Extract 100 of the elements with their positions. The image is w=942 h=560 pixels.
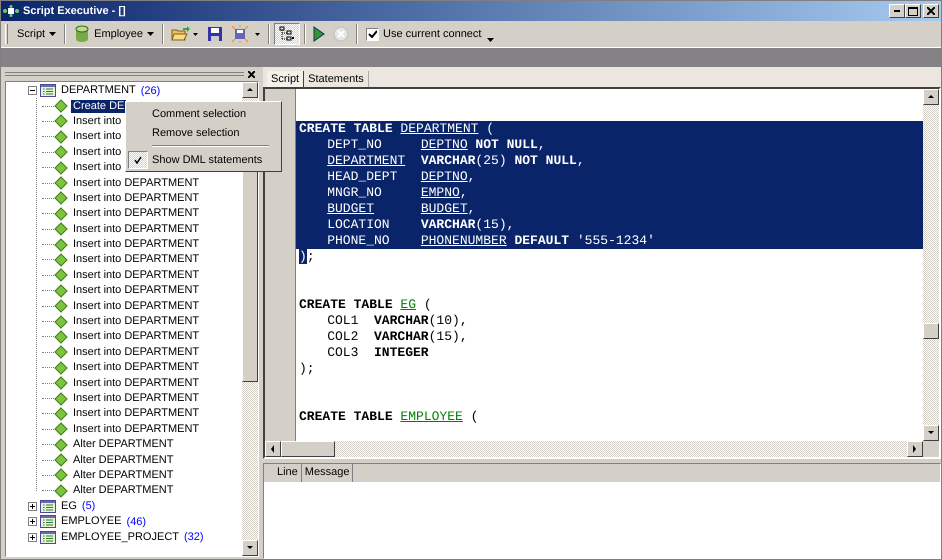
script-menu-button[interactable]: Script <box>13 23 60 45</box>
tree-item[interactable]: Insert into DEPARTMENT <box>71 176 202 190</box>
minimize-icon <box>894 10 900 12</box>
tab[interactable]: Script <box>267 71 304 87</box>
code-line: BUDGET BUDGET, <box>327 201 476 217</box>
tree-item[interactable]: Create DE <box>71 100 126 113</box>
scrollbar[interactable] <box>265 441 923 457</box>
tree-item[interactable]: Insert into DEPARTMENT <box>71 422 202 436</box>
chevron-icon[interactable] <box>487 38 494 42</box>
diamond-icon <box>54 114 68 128</box>
scroll-right-button[interactable] <box>907 441 923 457</box>
tree-item[interactable]: EMPLOYEE <box>59 515 124 528</box>
tree-item[interactable]: Insert into DEPARTMENT <box>71 315 202 328</box>
tree-item[interactable]: EG <box>59 500 79 513</box>
tree-item[interactable]: Insert into <box>71 130 124 144</box>
table-icon <box>40 515 56 528</box>
tree-item[interactable]: Alter DEPARTMENT <box>71 468 176 482</box>
diamond-icon <box>54 222 68 236</box>
diamond-icon <box>54 453 68 468</box>
count-label: (26) <box>140 84 160 97</box>
menu-item[interactable]: Show DML statements <box>128 150 279 169</box>
tree-item[interactable]: Insert into DEPARTMENT <box>71 330 202 344</box>
menu-item[interactable]: Comment selection <box>128 104 279 123</box>
collapse-icon[interactable] <box>28 86 37 96</box>
diamond-icon <box>54 206 68 221</box>
tree-item[interactable]: Insert into DEPARTMENT <box>71 253 202 266</box>
scroll-left-button[interactable] <box>265 441 281 457</box>
code-line: LOCATION VARCHAR(15), <box>327 217 514 233</box>
diamond-icon <box>54 99 68 114</box>
minimize-button[interactable] <box>889 4 905 18</box>
expand-icon[interactable] <box>28 502 37 511</box>
code-line: CREATE TABLE DEPARTMENT ( <box>299 121 494 137</box>
scroll-thumb[interactable] <box>281 441 335 457</box>
tree-item[interactable]: DEPARTMENT <box>59 84 138 98</box>
tree-item[interactable]: Insert into DEPARTMENT <box>71 346 202 359</box>
close-button[interactable] <box>923 4 939 18</box>
diamond-icon <box>54 252 68 267</box>
checkmark-icon <box>134 156 142 164</box>
tree-item[interactable]: EMPLOYEE_PROJECT <box>59 530 181 544</box>
tree-item[interactable]: Insert into DEPARTMENT <box>71 284 202 298</box>
column-header[interactable]: Message <box>302 464 354 482</box>
diamond-icon <box>54 284 68 298</box>
tree-item[interactable]: Insert into DEPARTMENT <box>71 361 202 374</box>
diamond-icon <box>54 330 68 344</box>
tree-item[interactable]: Insert into DEPARTMENT <box>71 268 202 282</box>
tree-item[interactable]: Insert into DEPARTMENT <box>71 222 202 236</box>
table-icon <box>40 530 56 544</box>
caret-icon <box>49 32 56 36</box>
count-label: (32) <box>184 531 204 544</box>
tree-item[interactable]: Insert into DEPARTMENT <box>71 300 202 313</box>
scroll-up-button[interactable] <box>242 82 258 98</box>
window-title: Script Executive - [] <box>23 5 127 17</box>
code-line: COL2 VARCHAR(15), <box>327 329 468 345</box>
tree-item[interactable]: Alter DEPARTMENT <box>71 438 176 452</box>
tree-item[interactable]: Insert into DEPARTMENT <box>71 207 202 220</box>
scroll-thumb[interactable] <box>923 323 939 339</box>
code-line: HEAD_DEPT DEPTNO, <box>327 169 476 185</box>
scroll-down-button[interactable] <box>242 540 258 556</box>
scroll-down-button[interactable] <box>923 425 939 441</box>
tree-item[interactable]: Insert into DEPARTMENT <box>71 238 202 252</box>
tree-item[interactable]: Insert into <box>71 146 124 159</box>
code-line: ); <box>299 361 315 377</box>
count-label: (46) <box>126 516 146 528</box>
menu-item[interactable]: Remove selection <box>128 123 279 142</box>
column-header[interactable]: Line <box>274 464 302 482</box>
tree-item[interactable]: Insert into DEPARTMENT <box>71 407 202 420</box>
code-line: CREATE TABLE EMPLOYEE ( <box>299 409 478 425</box>
connection-menu-button[interactable]: Employee <box>70 23 158 45</box>
tree-item[interactable]: Alter DEPARTMENT <box>71 484 176 498</box>
code-line: MNGR_NO EMPNO, <box>327 185 468 201</box>
diamond-icon <box>54 160 68 175</box>
tree-view-button[interactable] <box>274 23 300 45</box>
diamond-icon <box>54 191 68 206</box>
diamond-icon <box>54 422 68 436</box>
diamond-icon <box>54 314 68 329</box>
tree-item[interactable]: Insert into DEPARTMENT <box>71 392 202 405</box>
use-current-connection-checkbox[interactable]: Use current connect <box>362 28 486 40</box>
code-line: COL1 VARCHAR(10), <box>327 313 468 329</box>
diamond-icon <box>54 176 68 190</box>
maximize-button[interactable] <box>905 4 921 18</box>
scrollbar[interactable] <box>923 89 939 441</box>
tree-item[interactable]: Insert into <box>71 161 124 174</box>
tree-item[interactable]: Alter DEPARTMENT <box>71 454 176 467</box>
close-icon[interactable] <box>248 70 255 78</box>
table-icon <box>40 84 56 98</box>
diamond-icon <box>54 360 68 375</box>
close-icon <box>927 7 935 15</box>
code-line: DEPT_NO DEPTNO NOT NULL, <box>327 137 546 153</box>
tree-item[interactable]: Insert into <box>71 114 124 128</box>
diamond-icon <box>54 299 68 314</box>
maximize-icon <box>908 6 918 16</box>
tree-item[interactable]: Insert into DEPARTMENT <box>71 376 202 390</box>
expand-icon[interactable] <box>28 517 37 526</box>
expand-icon[interactable] <box>28 532 37 542</box>
diamond-icon <box>54 376 68 390</box>
diamond-icon <box>54 268 68 282</box>
scroll-up-button[interactable] <box>923 89 939 105</box>
tree-item[interactable]: Insert into DEPARTMENT <box>71 192 202 205</box>
diamond-icon <box>54 468 68 482</box>
app-icon <box>3 5 19 17</box>
